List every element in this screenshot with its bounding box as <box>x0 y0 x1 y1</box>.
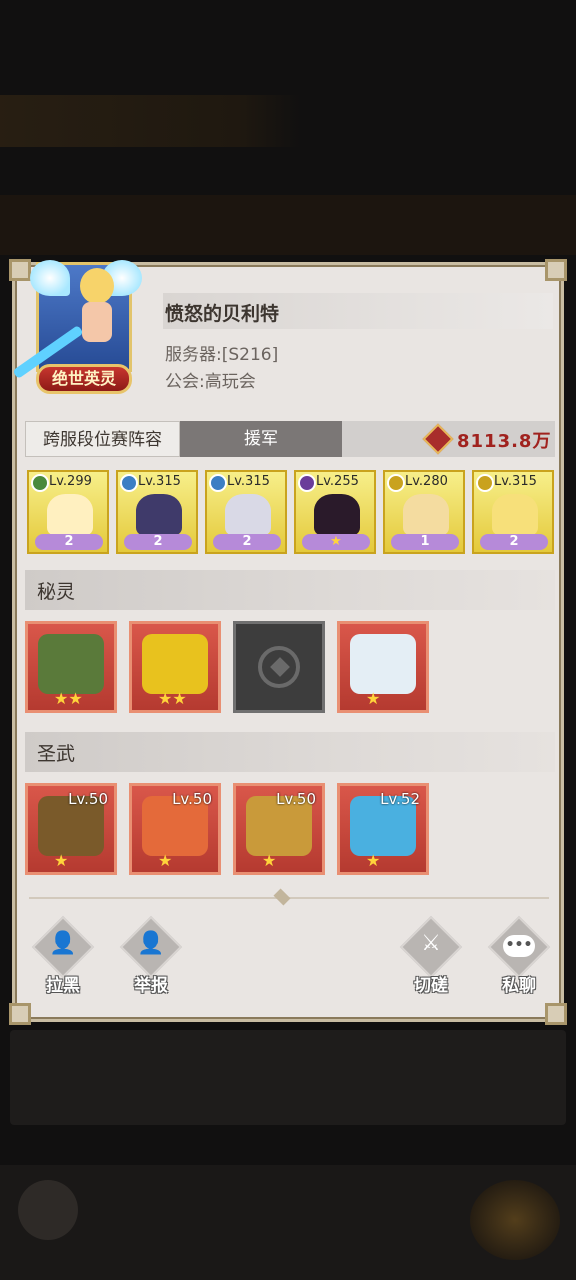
element-icon <box>298 474 316 492</box>
tab-cross-server-lineup[interactable]: 跨服段位赛阵容 <box>25 421 180 457</box>
weapon-level: Lv.52 <box>380 790 420 808</box>
corner-ornament <box>545 1003 567 1025</box>
hero-portrait-icon <box>403 494 449 536</box>
user-report-icon: 👤 <box>137 931 165 956</box>
power-crest-icon <box>422 423 454 455</box>
blacklist-label: 拉黑 <box>46 976 80 996</box>
hero-star-count: 2 <box>509 534 519 549</box>
hero-level: Lv.255 <box>316 474 359 489</box>
avatar-title-badge: 绝世英灵 <box>36 364 132 394</box>
hero-star-count: 2 <box>242 534 252 549</box>
slot-stars: ★ <box>366 689 381 708</box>
weapon-level: Lv.50 <box>276 790 316 808</box>
player-name: 愤怒的贝利特 <box>165 303 280 325</box>
hero-card[interactable]: Lv.315 2 <box>116 470 198 554</box>
hero-portrait-icon <box>136 494 182 536</box>
tab-reinforcements[interactable]: 援军 <box>180 421 342 457</box>
hero-level: Lv.315 <box>138 474 181 489</box>
background-panel <box>10 1030 566 1125</box>
player-avatar[interactable]: 绝世英灵 <box>12 252 142 402</box>
background-banner <box>0 95 300 147</box>
server-label: 服务器:[S216] <box>165 345 279 365</box>
slot-stars: ★ <box>366 851 381 870</box>
report-label: 举报 <box>134 976 168 996</box>
hero-card[interactable]: Lv.315 2 <box>472 470 554 554</box>
section-title: 圣武 <box>37 743 76 765</box>
hero-lineup: Lv.299 2 Lv.315 2 Lv.315 2 Lv.255 ★ Lv.2… <box>27 470 557 556</box>
spirits-section-header: 秘灵 <box>25 570 555 610</box>
element-icon <box>209 474 227 492</box>
guild-label: 公会:高玩会 <box>165 372 256 392</box>
slot-stars: ★ <box>158 851 173 870</box>
hero-body-icon <box>82 302 112 342</box>
background-nav-glow <box>470 1180 560 1260</box>
hero-head-icon <box>80 268 114 304</box>
user-block-icon: 👤 <box>49 931 77 956</box>
element-icon <box>476 474 494 492</box>
hero-star-count: ★ <box>330 534 342 549</box>
crossed-swords-icon: ⚔ <box>421 931 441 956</box>
corner-ornament <box>9 1003 31 1025</box>
hero-portrait-icon <box>492 494 538 536</box>
hero-star-count: 2 <box>153 534 163 549</box>
slot-stars: ★ <box>54 851 69 870</box>
hero-card[interactable]: Lv.299 2 <box>27 470 109 554</box>
hero-portrait-icon <box>314 494 360 536</box>
hero-level: Lv.315 <box>494 474 537 489</box>
spirit-dragon-icon <box>38 634 104 694</box>
hero-star-count: 1 <box>420 534 430 549</box>
spirit-slot[interactable]: ★ <box>337 621 429 713</box>
chat-dots-icon: ••• <box>505 937 533 953</box>
divider-ornament-icon <box>273 888 291 906</box>
private-chat-label: 私聊 <box>502 976 536 996</box>
report-button[interactable]: 👤 举报 <box>119 915 183 1001</box>
slot-stars: ★★ <box>54 689 83 708</box>
slot-stars: ★ <box>262 851 277 870</box>
element-icon <box>387 474 405 492</box>
blacklist-button[interactable]: 👤 拉黑 <box>31 915 95 1001</box>
spirit-slot[interactable]: ★★ <box>129 621 221 713</box>
weapon-level: Lv.50 <box>172 790 212 808</box>
angel-wing-icon <box>30 260 70 296</box>
hero-level: Lv.315 <box>227 474 270 489</box>
weapons-section-header: 圣武 <box>25 732 555 772</box>
hero-level: Lv.299 <box>49 474 92 489</box>
element-icon <box>120 474 138 492</box>
hero-star-count: 2 <box>64 534 74 549</box>
hero-level: Lv.280 <box>405 474 448 489</box>
hero-portrait-icon <box>47 494 93 536</box>
weapon-slot[interactable]: Lv.50 ★ <box>233 783 325 875</box>
weapon-level: Lv.50 <box>68 790 108 808</box>
spirit-thunderbird-icon <box>142 634 208 694</box>
weapon-slot[interactable]: Lv.50 ★ <box>129 783 221 875</box>
duel-label: 切磋 <box>414 976 448 996</box>
spirit-slot[interactable]: ★★ <box>25 621 117 713</box>
hero-card[interactable]: Lv.315 2 <box>205 470 287 554</box>
background-strip <box>0 195 576 255</box>
section-title: 秘灵 <box>37 581 76 603</box>
weapon-slot[interactable]: Lv.52 ★ <box>337 783 429 875</box>
weapon-slot[interactable]: Lv.50 ★ <box>25 783 117 875</box>
spirit-white-dragon-icon <box>350 634 416 694</box>
background-nav-icon <box>18 1180 78 1240</box>
lineup-tabs: 跨服段位赛阵容 援军 8113.8万 <box>25 421 555 457</box>
hero-card[interactable]: Lv.280 1 <box>383 470 465 554</box>
hero-portrait-icon <box>225 494 271 536</box>
combat-power-value: 8113.8万 <box>457 431 552 452</box>
hero-card[interactable]: Lv.255 ★ <box>294 470 376 554</box>
slot-stars: ★★ <box>158 689 187 708</box>
corner-ornament <box>545 259 567 281</box>
element-icon <box>31 474 49 492</box>
spirit-slot-locked[interactable] <box>233 621 325 713</box>
duel-button[interactable]: ⚔ 切磋 <box>399 915 463 1001</box>
private-chat-button[interactable]: ••• 私聊 <box>487 915 551 1001</box>
